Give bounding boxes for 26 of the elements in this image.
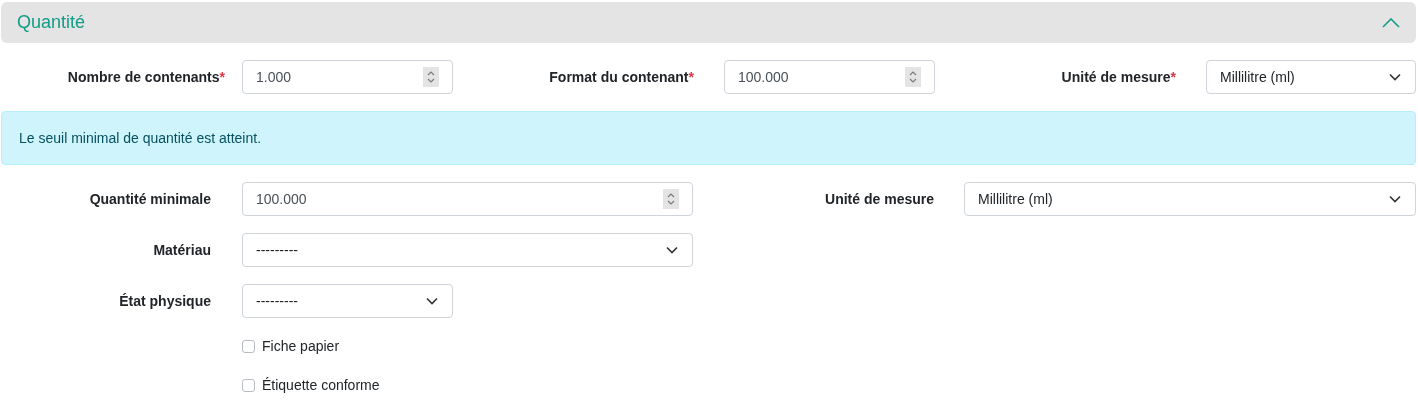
chevron-down-icon — [426, 297, 438, 305]
chevron-icon[interactable] — [1382, 17, 1400, 28]
chevron-down-icon — [1389, 195, 1401, 203]
field-label: Quantité minimale — [89, 191, 211, 207]
select-field[interactable]: Millilitre (ml) — [1206, 60, 1416, 94]
number-field[interactable]: 100.000 — [724, 60, 935, 94]
select-field[interactable]: Millilitre (ml) — [964, 182, 1416, 216]
number-field[interactable]: 100.000 — [242, 182, 693, 216]
field-label: Nombre de contenants* — [67, 69, 225, 85]
select-field[interactable]: --------- — [242, 233, 693, 267]
spinner-icon[interactable] — [663, 189, 679, 209]
chevron-down-icon — [666, 246, 678, 254]
field-label: Matériau — [153, 242, 211, 258]
section-title: Quantité — [17, 12, 86, 33]
field-label: Unité de mesure* — [1061, 69, 1176, 85]
checkbox[interactable]: Fiche papier — [242, 337, 1418, 356]
spinner-icon[interactable] — [423, 67, 439, 87]
field-label: Unité de mesure — [825, 191, 934, 207]
field-label: État physique — [119, 293, 211, 309]
checkbox[interactable]: Étiquette conforme — [242, 376, 1418, 395]
select-field[interactable]: --------- — [242, 284, 453, 318]
spinner-icon[interactable] — [905, 67, 921, 87]
number-field[interactable]: 1.000 — [242, 60, 453, 94]
info-alert: Le seuil minimal de quantité est atteint. — [1, 111, 1416, 165]
field-label: Format du contenant* — [549, 69, 694, 85]
chevron-down-icon — [1389, 73, 1401, 81]
